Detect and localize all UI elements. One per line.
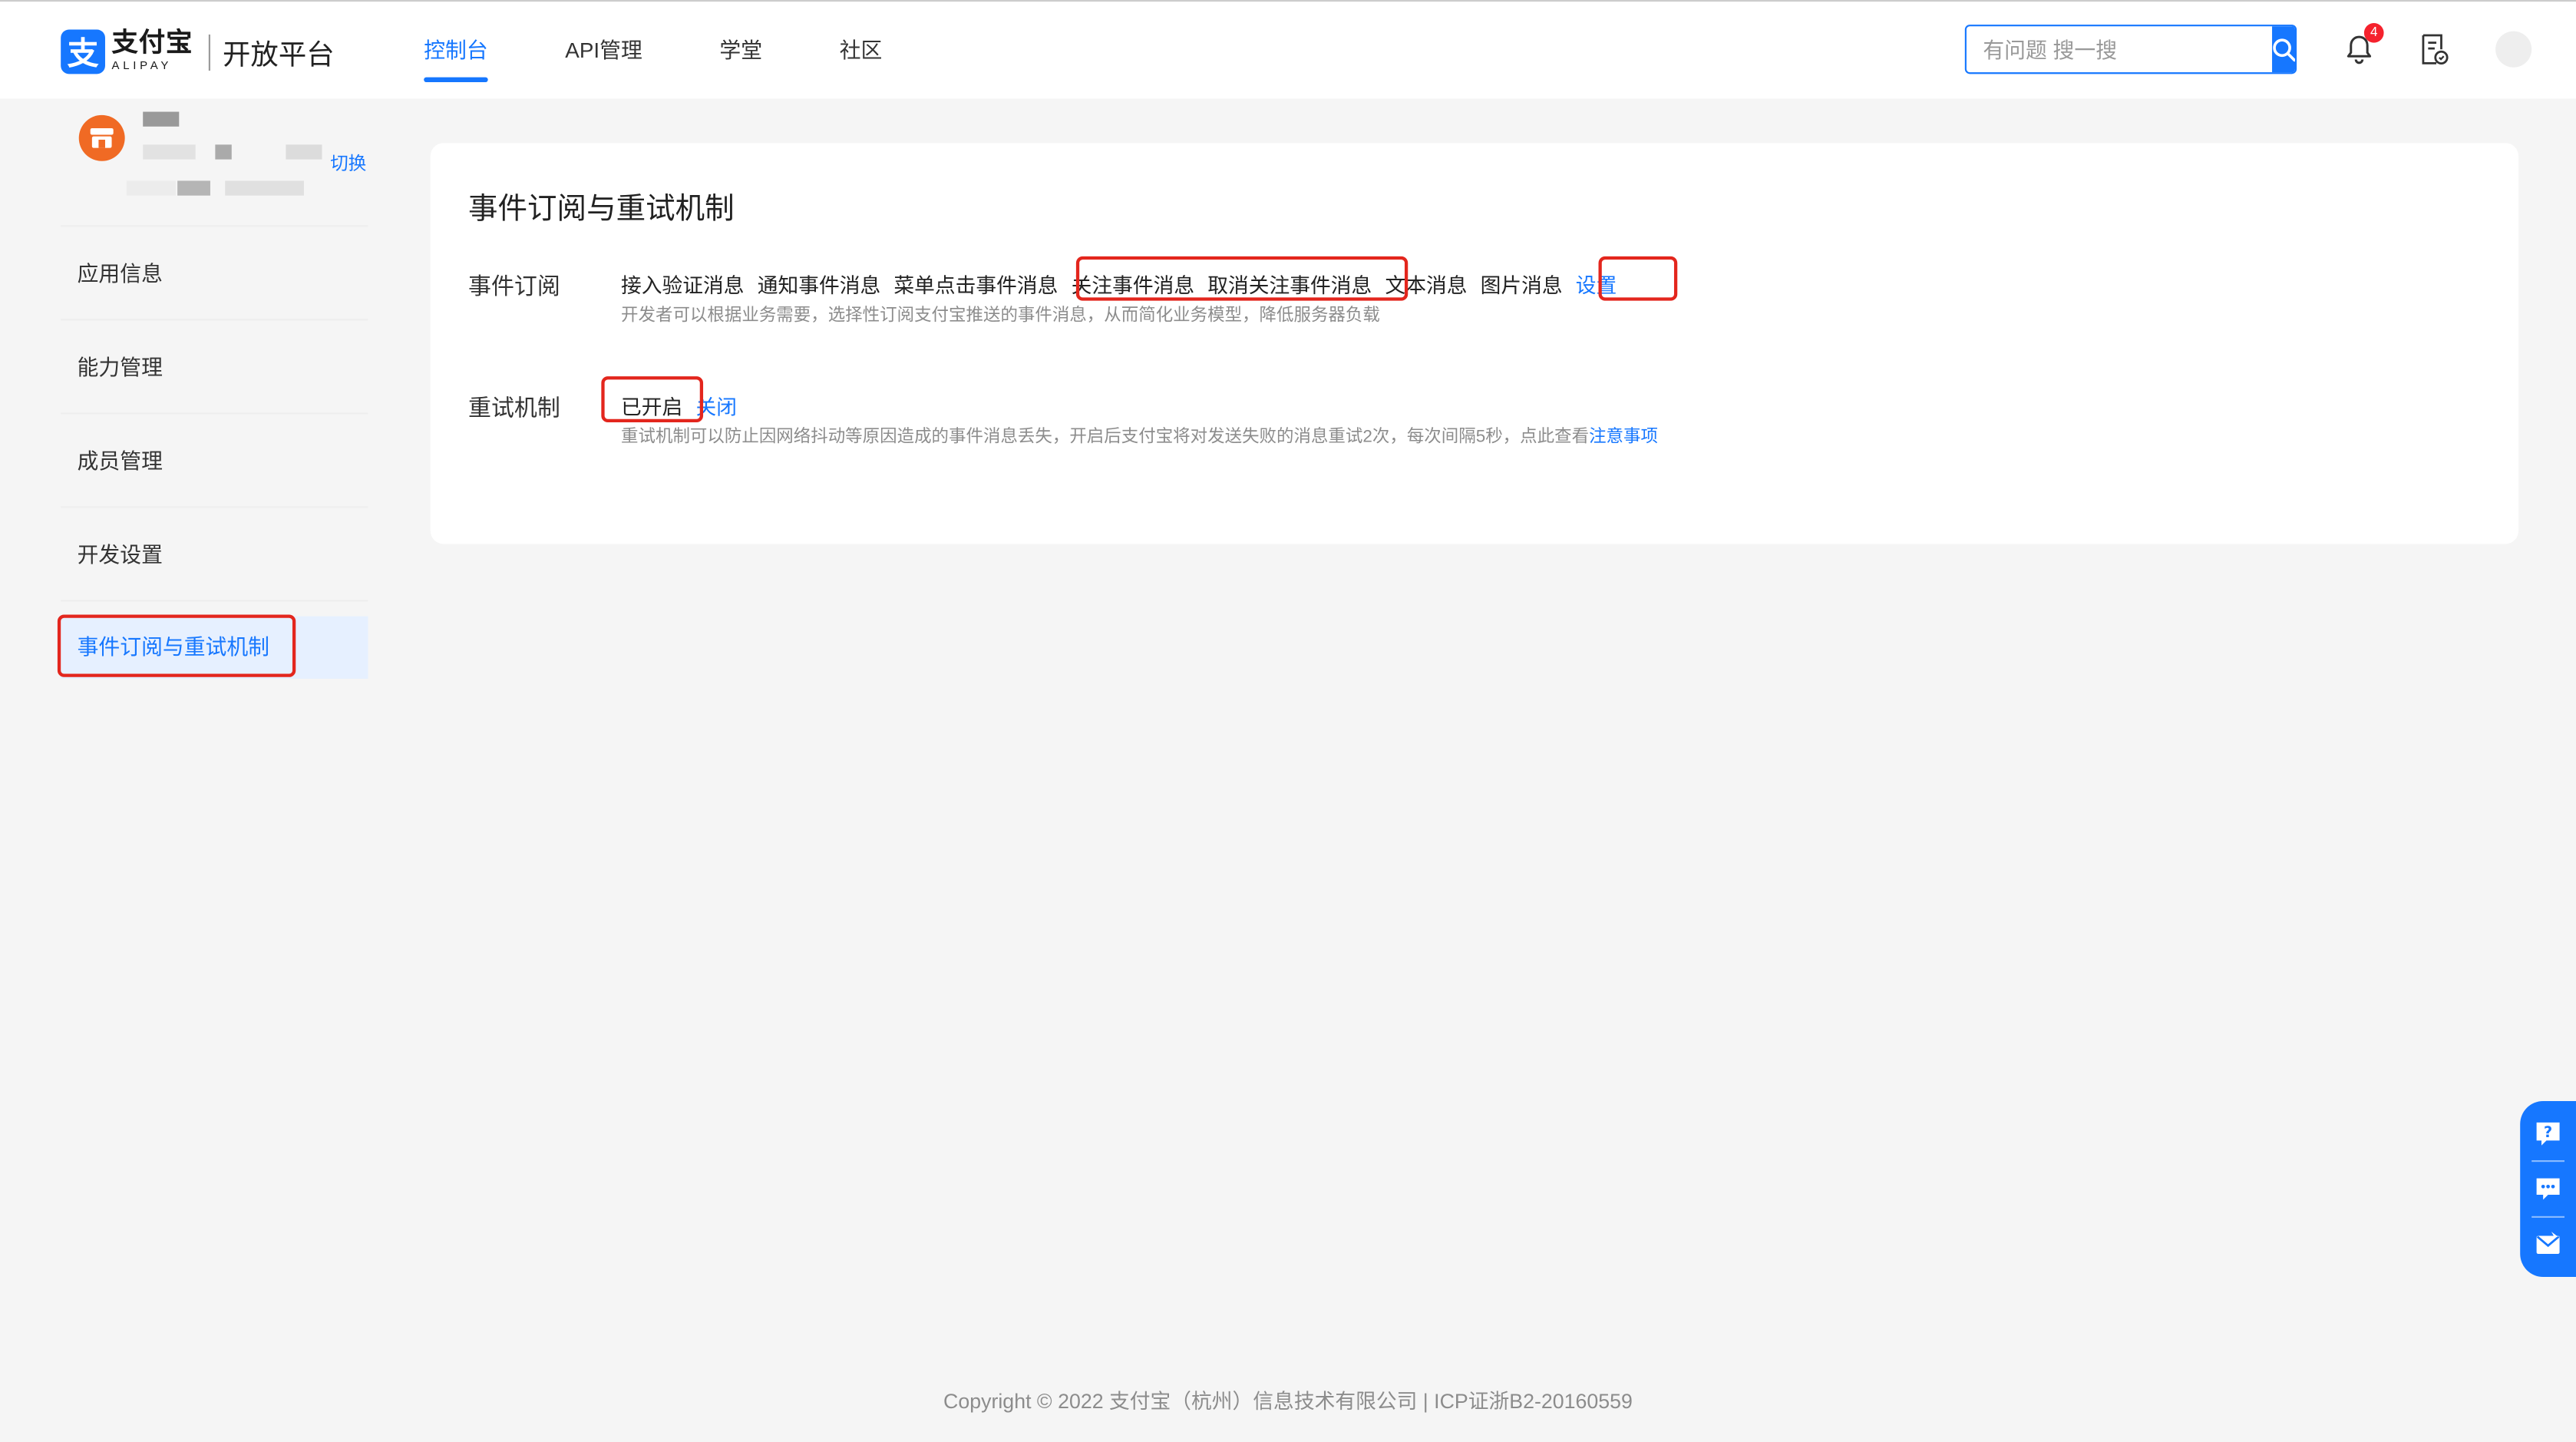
platform-name: 开放平台 [223, 39, 335, 71]
nav-academy[interactable]: 学堂 [719, 2, 762, 100]
menu-app-info[interactable]: 应用信息 [61, 227, 368, 321]
event-menu-click: 菜单点击事件消息 [893, 274, 1058, 298]
logo-name-en: ALIPAY [111, 61, 173, 73]
app-card: 切换 [61, 98, 368, 227]
help-button[interactable]: ? [2530, 1116, 2566, 1152]
menu-capability-management[interactable]: 能力管理 [61, 320, 368, 415]
app-meta-redacted-2 [177, 180, 210, 196]
annotation-box-follow-events [1075, 256, 1409, 301]
menu-dev-settings[interactable]: 开发设置 [61, 508, 368, 602]
nav-community[interactable]: 社区 [840, 2, 883, 100]
retry-hint: 重试机制可以防止因网络抖动等原因造成的事件消息丢失，开启后支付宝将对发送失败的消… [621, 424, 1658, 448]
annotation-box-settings [1598, 256, 1678, 301]
sidebar: 切换 应用信息 能力管理 成员管理 开发设置 事件订阅与重试机制 [57, 98, 368, 679]
search-input[interactable] [1966, 26, 2273, 73]
logo-name: 支付宝 [111, 29, 193, 58]
event-notify: 通知事件消息 [757, 274, 881, 298]
avatar[interactable] [2495, 31, 2532, 68]
float-separator [2531, 1160, 2565, 1163]
subscription-label: 事件订阅 [467, 273, 560, 299]
logo-divider [207, 33, 210, 70]
retry-hint-text: 重试机制可以防止因网络抖动等原因造成的事件消息丢失，开启后支付宝将对发送失败的消… [621, 427, 1590, 448]
app-name-redacted [143, 111, 180, 127]
app-id-redacted [143, 144, 196, 160]
main-nav: 控制台 API管理 学堂 社区 [424, 2, 882, 100]
switch-app-link[interactable]: 切换 [330, 150, 366, 176]
floating-help-panel: ? [2520, 1101, 2576, 1278]
app-meta-redacted [126, 180, 177, 196]
document-icon[interactable] [2420, 33, 2450, 66]
page-root: 支 支付宝 ALIPAY 开放平台 控制台 API管理 学堂 社区 有问题 搜一… [0, 0, 2576, 1441]
annotation-box-menu [57, 614, 296, 677]
notification-badge: 4 [2363, 22, 2384, 43]
annotation-box-retry-status [601, 376, 704, 423]
retry-label: 重试机制 [467, 394, 560, 421]
search-icon [2273, 38, 2295, 61]
settings-card: 事件订阅与重试机制 事件订阅 接入验证消息 通知事件消息 菜单点击事件消息 关注… [430, 143, 2519, 544]
app-meta-redacted-3 [225, 180, 304, 196]
alipay-logo[interactable]: 支 支付宝 ALIPAY 开放平台 [61, 29, 335, 74]
app-id-redacted-2 [215, 144, 232, 160]
float-separator-2 [2531, 1215, 2565, 1218]
footer-copyright: Copyright © 2022 支付宝（杭州）信息技术有限公司 | ICP证浙… [943, 1390, 1633, 1414]
event-image: 图片消息 [1480, 274, 1563, 298]
alipay-logo-icon: 支 [61, 29, 105, 74]
chat-button[interactable] [2530, 1171, 2566, 1207]
nav-console[interactable]: 控制台 [424, 2, 488, 100]
menu-member-management[interactable]: 成员管理 [61, 414, 368, 508]
retry-notes-link[interactable]: 注意事项 [1589, 427, 1658, 447]
app-id-redacted-3 [286, 144, 322, 160]
search-box [1964, 25, 2297, 74]
search-button[interactable] [2272, 26, 2295, 73]
subscription-hint: 开发者可以根据业务需要，选择性订阅支付宝推送的事件消息，从而简化业务模型，降低服… [621, 306, 1380, 326]
event-verify: 接入验证消息 [621, 274, 745, 298]
store-icon [78, 114, 125, 161]
page-title: 事件订阅与重试机制 [467, 192, 735, 226]
logo-text: 支付宝 ALIPAY [112, 31, 193, 73]
chat-icon [2536, 1179, 2560, 1201]
top-header: 支 支付宝 ALIPAY 开放平台 控制台 API管理 学堂 社区 有问题 搜一… [0, 0, 2576, 100]
feedback-icon [2536, 1232, 2560, 1255]
feedback-button[interactable] [2530, 1226, 2566, 1262]
help-icon: ? [2536, 1122, 2560, 1146]
menu-event-subscription[interactable]: 事件订阅与重试机制 [57, 614, 368, 679]
svg-text:?: ? [2544, 1123, 2552, 1140]
nav-api-management[interactable]: API管理 [565, 2, 642, 100]
